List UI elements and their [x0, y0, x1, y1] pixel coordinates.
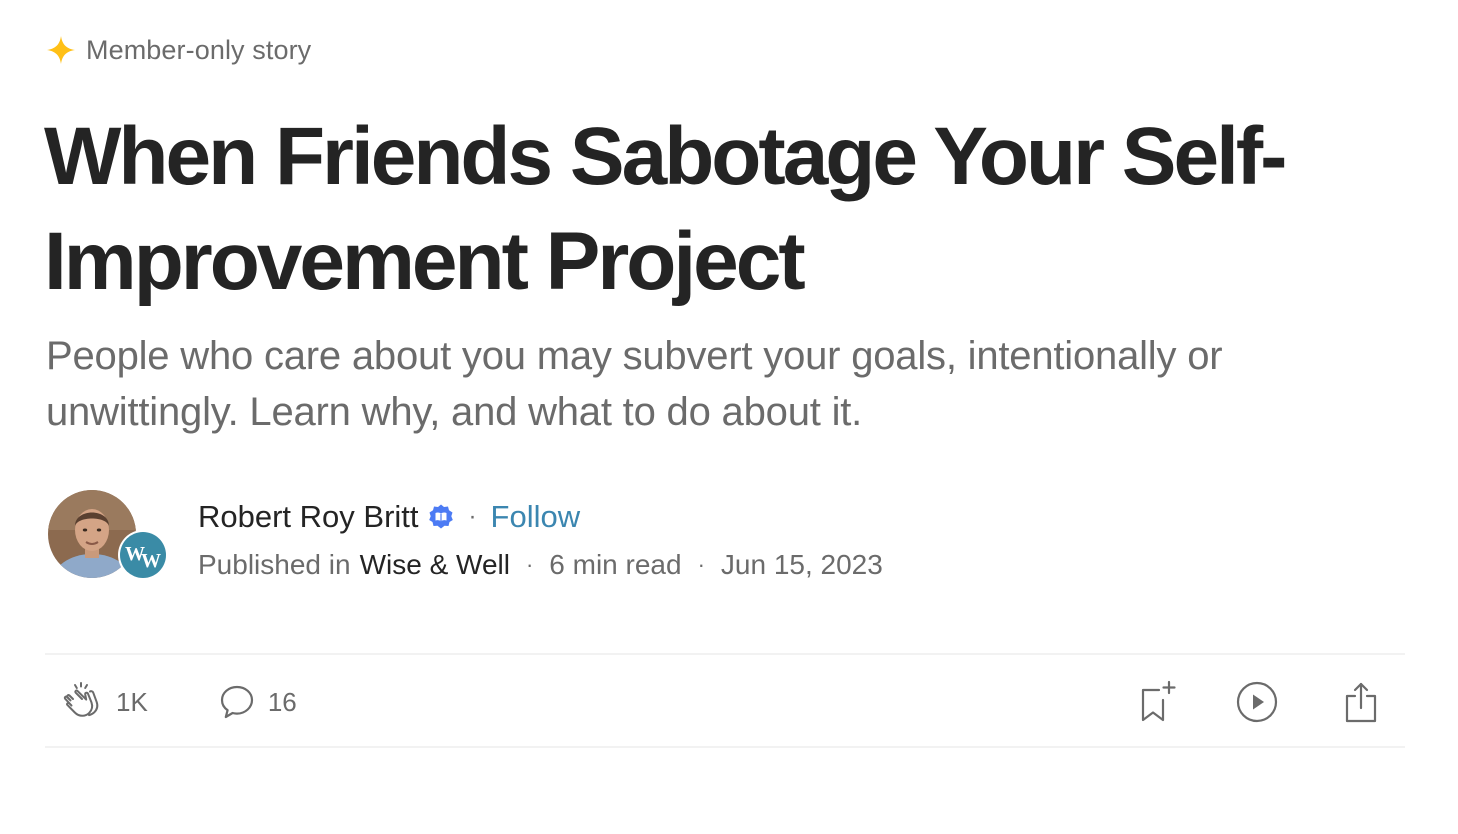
- byline-separator: ·: [468, 503, 477, 530]
- author-avatar-group[interactable]: W W: [48, 490, 172, 582]
- publication-badge[interactable]: W W: [118, 530, 168, 580]
- publication-line: Published in Wise & Well · 6 min read · …: [198, 546, 883, 584]
- published-in-label: Published in: [198, 549, 351, 580]
- article-subtitle: People who care about you may subvert yo…: [46, 334, 1223, 434]
- divider: [45, 746, 1405, 748]
- separator: ·: [525, 552, 534, 577]
- comment-icon[interactable]: [218, 683, 256, 721]
- play-icon[interactable]: [1235, 680, 1279, 724]
- separator: ·: [697, 552, 705, 577]
- svg-text:W: W: [141, 550, 161, 570]
- comment-count: 16: [267, 686, 297, 717]
- clap-count: 1K: [116, 686, 148, 717]
- divider: [45, 653, 1405, 655]
- sparkle-star-icon: [46, 35, 76, 65]
- listen-button[interactable]: [1231, 676, 1283, 728]
- save-to-list-button[interactable]: [1130, 676, 1182, 728]
- publication-name-link[interactable]: Wise & Well: [360, 549, 510, 581]
- read-time: 6 min read: [549, 549, 682, 580]
- member-only-badge: Member-only story: [46, 32, 311, 68]
- publish-date: Jun 15, 2023: [720, 549, 883, 580]
- follow-button[interactable]: Follow: [491, 499, 581, 535]
- verified-badge-icon: [427, 503, 455, 531]
- engagement-bar: 1K 16: [62, 678, 297, 726]
- author-byline: Robert Roy Britt · Follow: [198, 496, 580, 538]
- article-title: When Friends Sabotage Your Self-Improvem…: [44, 111, 1287, 307]
- clap-icon[interactable]: [62, 681, 104, 723]
- clap-button[interactable]: 1K: [62, 681, 148, 723]
- bookmark-add-icon[interactable]: [1136, 680, 1176, 724]
- member-only-label: Member-only story: [86, 34, 312, 65]
- comments-button[interactable]: 16: [218, 683, 297, 721]
- share-button[interactable]: [1335, 676, 1387, 728]
- author-name[interactable]: Robert Roy Britt: [198, 499, 419, 535]
- share-icon[interactable]: [1341, 680, 1381, 724]
